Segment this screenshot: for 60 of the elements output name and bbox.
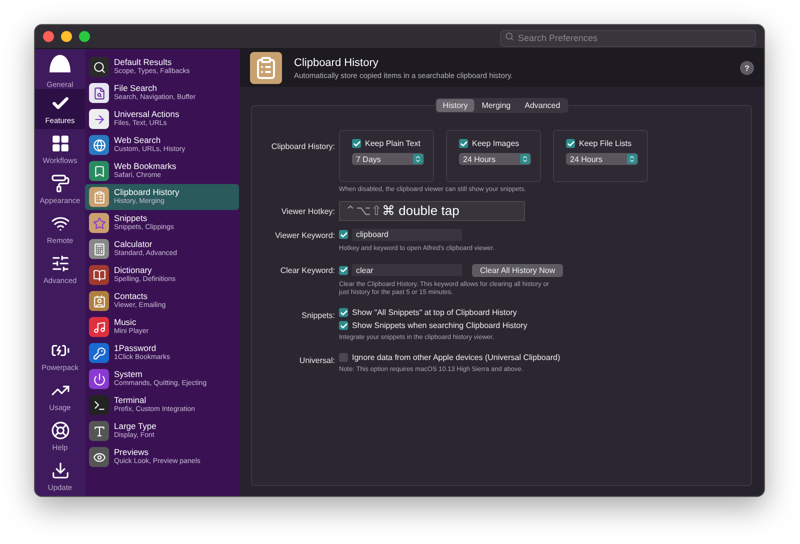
checkbox[interactable] xyxy=(339,352,348,362)
checkbox-label: Show Snippets when searching Clipboard History xyxy=(352,321,528,330)
search-field[interactable]: Search Preferences xyxy=(500,30,756,46)
close-button[interactable] xyxy=(43,31,54,42)
checkbox[interactable] xyxy=(339,266,348,275)
contact-icon xyxy=(89,291,109,311)
eye-icon xyxy=(89,447,109,467)
duration-dropdown[interactable]: 24 Hours xyxy=(459,153,531,165)
globe-icon xyxy=(89,135,109,155)
search-icon xyxy=(505,32,514,41)
terminal-icon xyxy=(89,395,109,415)
book-icon xyxy=(89,265,109,285)
help-button[interactable]: ? xyxy=(740,61,754,75)
stepper-icon xyxy=(520,154,530,164)
minimize-button[interactable] xyxy=(61,31,72,42)
tab[interactable]: Merging xyxy=(474,99,518,112)
checkbox-label: Keep Plain Text xyxy=(365,139,420,148)
sliders-icon xyxy=(50,254,70,272)
checkbox[interactable] xyxy=(339,308,348,318)
keyword-field[interactable]: clear xyxy=(352,264,462,276)
page-title: Clipboard History xyxy=(294,56,380,68)
checkbox[interactable] xyxy=(339,230,348,240)
letter-icon xyxy=(89,421,109,441)
tab[interactable]: History xyxy=(436,99,475,112)
power-icon xyxy=(89,369,109,389)
bookmark-icon xyxy=(89,161,109,181)
clear-history-button[interactable]: Clear All History Now xyxy=(472,264,564,277)
tab[interactable]: Advanced xyxy=(518,99,568,112)
zoom-button[interactable] xyxy=(79,31,90,42)
checkbox-label: Ignore data from other Apple devices (Universal Clipboard) xyxy=(352,352,560,362)
field-label: Universal: xyxy=(298,354,335,365)
checkbox-label: Keep Images xyxy=(472,139,520,148)
search-icon xyxy=(89,57,109,77)
stepper-icon xyxy=(627,154,637,164)
download-icon xyxy=(50,460,70,480)
grid-icon xyxy=(50,134,70,152)
key-icon xyxy=(89,343,109,363)
lifebuoy-icon xyxy=(50,420,70,440)
calculator-icon xyxy=(89,239,109,259)
clipboard-icon xyxy=(89,187,109,207)
field-label: Viewer Keyword: xyxy=(274,230,335,240)
music-note-icon xyxy=(89,317,109,337)
file-search-icon xyxy=(89,83,109,103)
checkbox-label: Keep File Lists xyxy=(579,139,632,148)
field-label: Snippets: xyxy=(300,310,335,320)
duration-dropdown[interactable]: 7 Days xyxy=(352,153,424,165)
clipboard-icon xyxy=(250,52,282,84)
duration-dropdown[interactable]: 24 Hours xyxy=(566,153,638,165)
checkbox[interactable] xyxy=(459,139,468,148)
field-label: Viewer Hotkey: xyxy=(280,206,335,216)
checkbox[interactable] xyxy=(352,139,361,148)
checkbox-label: Show "All Snippets" at top of Clipboard History xyxy=(352,308,517,318)
hotkey-field[interactable]: ⌃⌥⇧⌘ double tap xyxy=(339,200,525,221)
stepper-icon xyxy=(413,154,423,164)
checkbox[interactable] xyxy=(566,139,575,148)
checkbox[interactable] xyxy=(339,321,348,330)
paint-roller-icon xyxy=(50,174,70,192)
field-label: Clear Keyword: xyxy=(279,264,335,275)
keyword-field[interactable]: clipboard xyxy=(352,228,462,241)
field-label: Clipboard History: xyxy=(270,141,335,151)
